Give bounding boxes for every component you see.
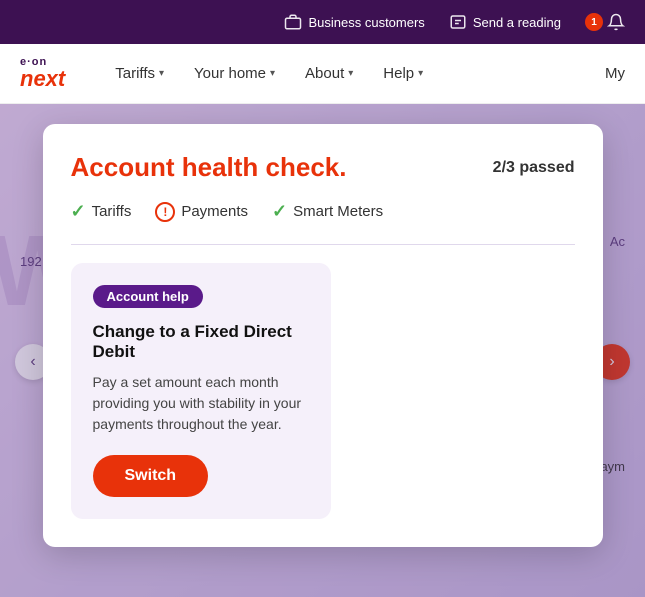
warning-icon: ! — [155, 202, 175, 222]
nav-help-label: Help — [383, 65, 414, 82]
chevron-down-icon: ▾ — [348, 68, 353, 79]
top-bar: Business customers Send a reading 1 — [0, 0, 645, 44]
card-badge: Account help — [93, 285, 203, 308]
logo-next: next — [20, 68, 65, 90]
chevron-down-icon: ▾ — [418, 68, 423, 79]
briefcase-icon — [284, 13, 302, 31]
meter-icon — [449, 13, 467, 31]
card-description: Pay a set amount each month providing yo… — [93, 372, 309, 435]
chevron-down-icon: ▾ — [159, 68, 164, 79]
bell-icon — [607, 13, 625, 31]
nav-bar: e·on next Tariffs ▾ Your home ▾ About ▾ … — [0, 44, 645, 104]
nav-my-label: My — [605, 65, 625, 82]
modal-divider — [71, 244, 575, 245]
check-green-icon: ✓ — [272, 201, 287, 222]
modal-title: Account health check. — [71, 152, 347, 183]
check-payments: ! Payments — [155, 202, 248, 222]
nav-my[interactable]: My — [605, 65, 625, 82]
nav-about[interactable]: About ▾ — [305, 65, 353, 82]
nav-help[interactable]: Help ▾ — [383, 65, 423, 82]
chevron-down-icon: ▾ — [270, 68, 275, 79]
modal-checks: ✓ Tariffs ! Payments ✓ Smart Meters — [71, 201, 575, 222]
send-reading-label: Send a reading — [473, 15, 561, 30]
check-smart-meters: ✓ Smart Meters — [272, 201, 383, 222]
check-tariffs-label: Tariffs — [92, 203, 132, 220]
notifications[interactable]: 1 — [585, 13, 625, 31]
notification-badge: 1 — [585, 13, 603, 31]
business-customers-label: Business customers — [308, 15, 424, 30]
nav-tariffs-label: Tariffs — [115, 65, 155, 82]
check-tariffs: ✓ Tariffs — [71, 201, 132, 222]
business-customers-link[interactable]: Business customers — [284, 13, 424, 31]
send-reading-link[interactable]: Send a reading — [449, 13, 561, 31]
modal-passed: 2/3 passed — [493, 159, 575, 177]
modal: Account health check. 2/3 passed ✓ Tarif… — [43, 124, 603, 547]
check-smart-meters-label: Smart Meters — [293, 203, 383, 220]
nav-your-home-label: Your home — [194, 65, 266, 82]
nav-your-home[interactable]: Your home ▾ — [194, 65, 275, 82]
card-title: Change to a Fixed Direct Debit — [93, 322, 309, 362]
switch-button[interactable]: Switch — [93, 455, 209, 497]
check-payments-label: Payments — [181, 203, 248, 220]
nav-about-label: About — [305, 65, 344, 82]
logo[interactable]: e·on next — [20, 57, 65, 90]
check-green-icon: ✓ — [71, 201, 86, 222]
suggestion-card: Account help Change to a Fixed Direct De… — [71, 263, 331, 519]
modal-overlay: Account health check. 2/3 passed ✓ Tarif… — [0, 104, 645, 597]
nav-tariffs[interactable]: Tariffs ▾ — [115, 65, 164, 82]
modal-header: Account health check. 2/3 passed — [71, 152, 575, 183]
